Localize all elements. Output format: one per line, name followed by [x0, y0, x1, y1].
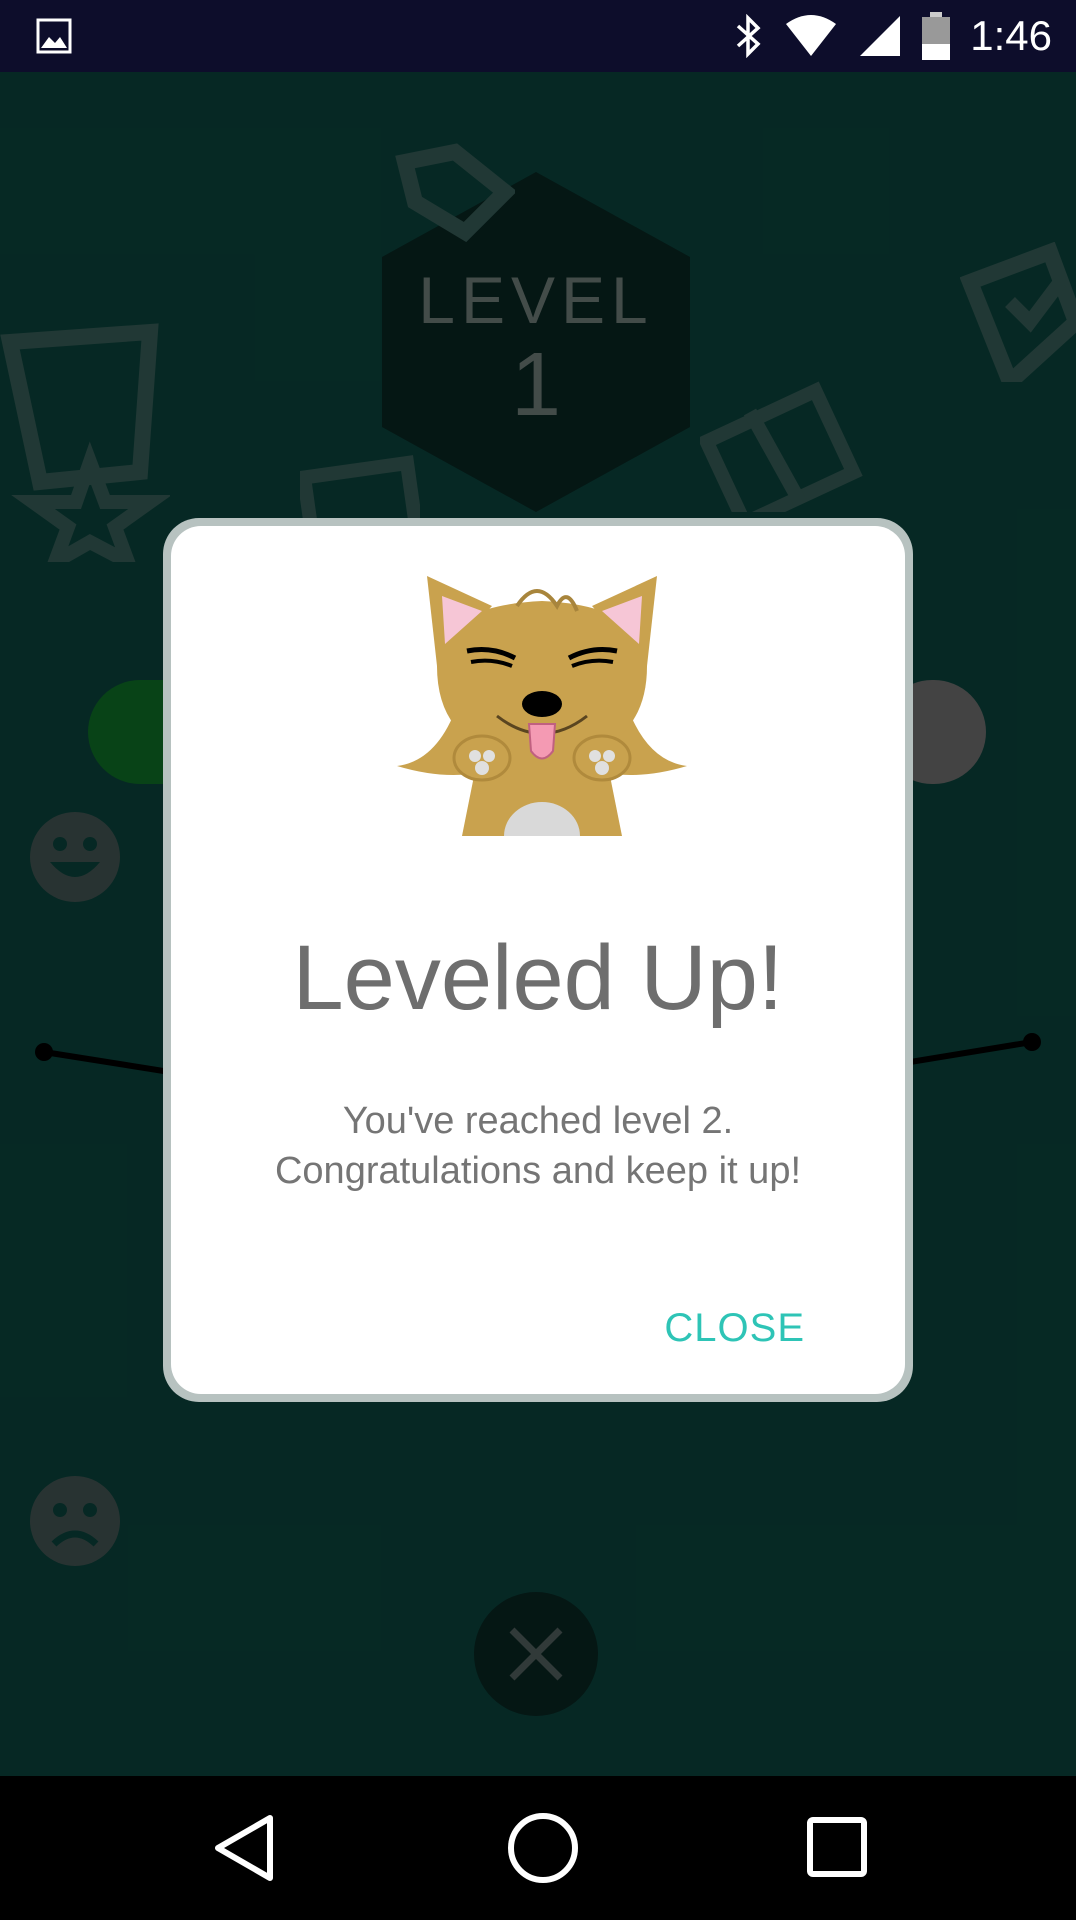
- dialog-message: You've reached level 2. Congratulations …: [201, 1096, 875, 1196]
- bluetooth-icon: [737, 14, 761, 58]
- level-up-dialog: Leveled Up! You've reached level 2. Cong…: [163, 518, 913, 1402]
- wifi-icon: [786, 15, 837, 56]
- dialog-body: Leveled Up! You've reached level 2. Cong…: [171, 526, 905, 1394]
- battery-icon: [922, 12, 951, 60]
- recents-icon[interactable]: [804, 1810, 870, 1886]
- home-icon[interactable]: [505, 1810, 581, 1886]
- signal-icon: [860, 16, 901, 56]
- navigation-bar: [0, 1776, 1076, 1920]
- clock: 1:46: [970, 12, 1052, 59]
- back-icon[interactable]: [210, 1810, 280, 1886]
- close-button[interactable]: CLOSE: [664, 1306, 805, 1351]
- message-line-2: Congratulations and keep it up!: [274, 1150, 802, 1192]
- status-bar: 1:46: [0, 0, 1076, 72]
- dialog-title: Leveled Up!: [292, 927, 784, 1029]
- status-icons: 1:46: [734, 10, 1052, 62]
- dog-mascot-icon: [397, 576, 687, 836]
- message-line-1: You've reached level 2.: [342, 1100, 734, 1142]
- gallery-icon: [36, 18, 72, 54]
